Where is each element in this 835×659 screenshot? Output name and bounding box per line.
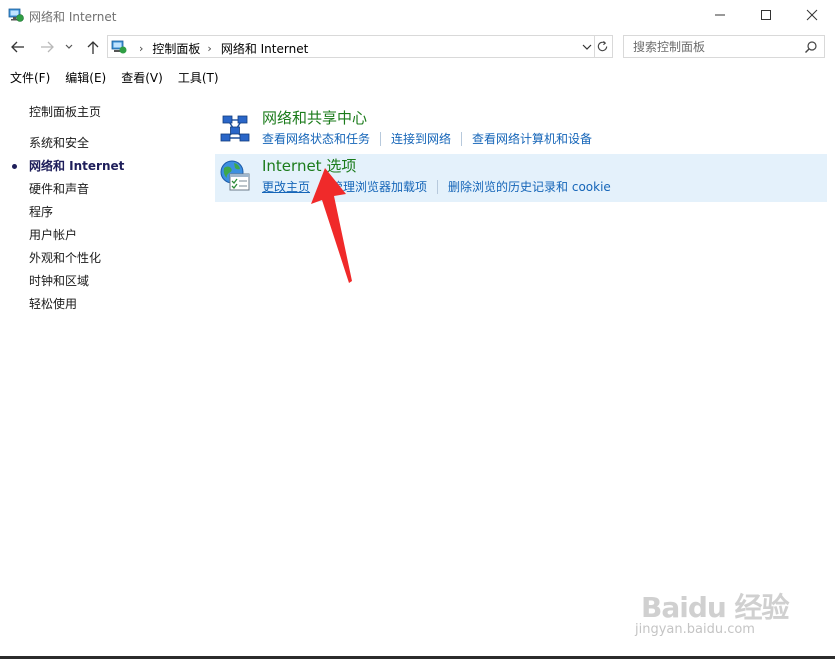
watermark-url: jingyan.baidu.com: [635, 622, 755, 637]
arrow-up-icon: [87, 41, 99, 54]
maximize-icon: [761, 10, 771, 20]
watermark: Baidu 经验 jingyan.baidu.com: [635, 566, 825, 646]
menu-bar: 文件(F) 编辑(E) 查看(V) 工具(T): [0, 66, 224, 88]
close-icon: [806, 9, 818, 21]
maximize-button[interactable]: [743, 0, 789, 30]
active-bullet-icon: [12, 164, 17, 169]
chevron-right-icon: ›: [139, 42, 144, 55]
internet-options-icon[interactable]: [218, 159, 252, 193]
back-button[interactable]: [8, 37, 28, 57]
search-icon[interactable]: [804, 40, 818, 54]
category-title-network-sharing[interactable]: 网络和共享中心: [262, 107, 367, 128]
link-divider: [461, 131, 463, 146]
sidebar-control-panel-home[interactable]: 控制面板主页: [29, 103, 101, 120]
link-change-homepage[interactable]: 更改主页: [262, 178, 310, 195]
category-title-internet-options[interactable]: Internet 选项: [262, 155, 356, 176]
sidebar-item-appearance[interactable]: 外观和个性化: [29, 251, 124, 274]
window-title: 网络和 Internet: [29, 10, 117, 24]
sidebar-item-label: 系统和安全: [29, 136, 90, 150]
link-connect-to-network[interactable]: 连接到网络: [391, 130, 451, 147]
link-divider: [320, 179, 322, 194]
annotation-arrow: [311, 168, 352, 283]
recent-locations-button[interactable]: [62, 37, 76, 57]
menu-view[interactable]: 查看(V): [116, 66, 168, 88]
category-internet-options: Internet 选项 更改主页 管理浏览器加载项 删除浏览的历史记录和 coo…: [215, 154, 827, 202]
refresh-icon: [597, 40, 608, 52]
chevron-down-icon: [65, 44, 73, 49]
link-delete-browsing-history[interactable]: 删除浏览的历史记录和 cookie: [448, 178, 611, 195]
breadcrumb-control-panel[interactable]: 控制面板: [152, 40, 200, 57]
minimize-button[interactable]: [697, 0, 743, 30]
control-panel-icon: [111, 40, 127, 54]
forward-button[interactable]: [37, 37, 57, 57]
sidebar-item-network-internet[interactable]: 网络和 Internet: [12, 159, 125, 182]
link-view-network-computers[interactable]: 查看网络计算机和设备: [472, 130, 592, 147]
menu-tools[interactable]: 工具(T): [173, 66, 224, 88]
arrow-left-icon: [11, 41, 24, 53]
chevron-right-icon: ›: [207, 42, 212, 55]
sidebar-item-ease-of-access[interactable]: 轻松使用: [29, 297, 124, 320]
close-button[interactable]: [789, 0, 835, 30]
refresh-button[interactable]: [593, 35, 613, 58]
sidebar-category-list: 系统和安全 网络和 Internet 硬件和声音 程序 用户帐户 外观和个性化 …: [12, 136, 125, 320]
window-controls: [697, 0, 835, 30]
link-divider: [380, 131, 382, 146]
sidebar-item-label: 时钟和区域: [29, 274, 90, 288]
link-divider: [437, 179, 439, 194]
arrow-right-icon: [41, 41, 54, 53]
network-sharing-center-icon[interactable]: [218, 111, 252, 145]
address-bar[interactable]: › 控制面板 › 网络和 Internet: [107, 35, 595, 58]
sidebar-item-label: 用户帐户: [29, 228, 78, 242]
minimize-icon: [715, 14, 725, 16]
sidebar-item-label: 网络和 Internet: [29, 159, 125, 173]
up-button[interactable]: [83, 37, 103, 57]
title-bar: 网络和 Internet: [0, 0, 835, 30]
menu-edit[interactable]: 编辑(E): [60, 66, 111, 88]
control-panel-network-icon: [8, 8, 24, 22]
category-links: 更改主页 管理浏览器加载项 删除浏览的历史记录和 cookie: [262, 178, 611, 195]
link-manage-addons[interactable]: 管理浏览器加载项: [331, 178, 427, 195]
breadcrumb-network-internet[interactable]: 网络和 Internet: [221, 40, 308, 57]
sidebar-item-label: 程序: [29, 205, 54, 219]
navigation-bar: › 控制面板 › 网络和 Internet: [0, 33, 835, 61]
menu-file[interactable]: 文件(F): [5, 66, 55, 88]
search-box: [623, 35, 825, 58]
sidebar-item-user-accounts[interactable]: 用户帐户: [29, 228, 124, 251]
category-network-sharing-center: 网络和共享中心 查看网络状态和任务 连接到网络 查看网络计算机和设备: [215, 106, 827, 154]
link-view-network-status[interactable]: 查看网络状态和任务: [262, 130, 370, 147]
watermark-logo: Baidu 经验: [641, 591, 790, 624]
address-dropdown-icon[interactable]: [580, 40, 594, 54]
search-input[interactable]: [624, 36, 799, 57]
sidebar-item-system-security[interactable]: 系统和安全: [29, 136, 124, 159]
sidebar-item-label: 硬件和声音: [29, 182, 90, 196]
sidebar-item-programs[interactable]: 程序: [29, 205, 124, 228]
sidebar-item-label: 轻松使用: [29, 297, 78, 311]
sidebar-item-clock-region[interactable]: 时钟和区域: [29, 274, 124, 297]
sidebar-item-hardware-sound[interactable]: 硬件和声音: [29, 182, 124, 205]
breadcrumb: › 控制面板 › 网络和 Internet: [132, 40, 308, 57]
category-links: 查看网络状态和任务 连接到网络 查看网络计算机和设备: [262, 130, 592, 147]
sidebar-item-label: 外观和个性化: [29, 251, 102, 265]
